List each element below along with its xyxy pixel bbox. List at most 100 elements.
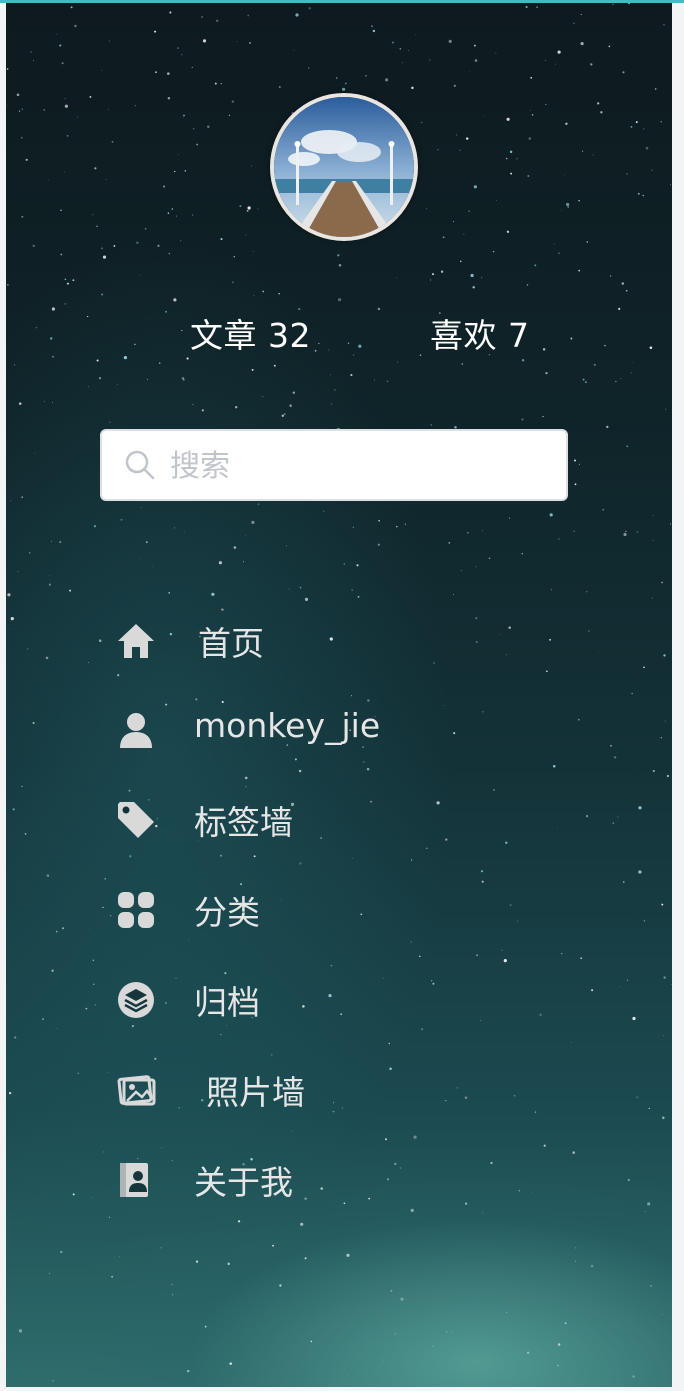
star-dot	[273, 364, 276, 367]
star-dot	[425, 847, 428, 850]
star-dot	[232, 281, 234, 283]
star-dot	[257, 208, 259, 210]
star-dot	[182, 378, 185, 381]
star-dot	[463, 233, 465, 235]
star-dot	[425, 208, 427, 210]
star-dot	[207, 125, 210, 128]
star-dot	[643, 128, 645, 130]
star-dot	[253, 855, 256, 858]
photos-icon	[117, 1075, 156, 1106]
star-dot	[310, 1340, 313, 1343]
star-dot	[77, 1072, 79, 1074]
star-dot	[283, 413, 286, 416]
star-dot	[48, 583, 52, 586]
star-dot	[654, 88, 657, 90]
star-dot	[651, 169, 653, 171]
star-dot	[61, 62, 64, 65]
star-dot	[98, 639, 102, 642]
star-dot	[521, 552, 524, 555]
star-dot	[176, 47, 179, 49]
star-dot	[401, 62, 403, 64]
nav-item-label: 首页	[198, 624, 264, 663]
star-dot	[70, 6, 73, 9]
star-dot	[670, 184, 671, 186]
star-dot	[347, 1374, 349, 1375]
star-dot	[374, 379, 375, 381]
star-dot	[593, 363, 596, 366]
star-dot	[663, 1035, 665, 1037]
star-dot	[542, 348, 546, 351]
star-dot	[87, 386, 89, 387]
star-dot	[604, 344, 606, 347]
nav-item-home[interactable]: 首页	[116, 611, 536, 667]
star-dot	[215, 19, 219, 23]
nav-item-photos[interactable]: 照片墙	[116, 1060, 536, 1116]
stat-likes-value: 7	[508, 316, 530, 355]
star-dot	[201, 409, 204, 412]
star-dot	[152, 566, 153, 568]
star-dot	[588, 630, 590, 632]
star-dot	[539, 1013, 542, 1016]
nav-item-about[interactable]: 关于我	[116, 1150, 536, 1206]
star-dot	[636, 1096, 638, 1099]
star-dot	[246, 209, 249, 212]
star-dot	[578, 463, 580, 465]
star-dot	[24, 833, 27, 835]
star-dot	[66, 135, 69, 137]
star-dot	[582, 150, 584, 152]
star-dot	[253, 251, 255, 252]
star-dot	[157, 244, 160, 247]
star-dot	[631, 692, 633, 695]
nav-item-profile[interactable]: monkey_jie	[116, 700, 536, 756]
star-dot	[16, 93, 20, 97]
star-dot	[509, 517, 511, 519]
nav-item-categories[interactable]: 分类	[116, 880, 536, 936]
star-dot	[168, 252, 171, 255]
star-dot	[530, 76, 533, 79]
star-dot	[663, 23, 665, 26]
search-box[interactable]	[100, 429, 568, 501]
star-dot	[378, 519, 380, 522]
star-dot	[660, 737, 662, 739]
star-dot	[453, 84, 456, 87]
star-dot	[92, 959, 95, 962]
star-dot	[32, 721, 35, 725]
star-dot	[49, 1273, 50, 1275]
star-dot	[600, 111, 603, 114]
star-dot	[245, 234, 247, 236]
star-dot	[42, 1018, 44, 1020]
star-dot	[334, 389, 336, 391]
star-dot	[578, 199, 580, 202]
star-dot	[45, 656, 49, 660]
avatar[interactable]	[270, 93, 418, 241]
star-dot	[459, 149, 461, 151]
star-dot	[29, 552, 31, 554]
star-dot	[35, 326, 38, 329]
nav-item-archive[interactable]: 归档	[116, 970, 536, 1026]
tag-icon	[118, 802, 154, 838]
star-dot	[55, 930, 58, 933]
star-dot	[574, 1260, 577, 1262]
star-dot	[630, 372, 632, 374]
star-dot	[64, 171, 65, 173]
search-input[interactable]	[168, 443, 552, 489]
star-dot	[371, 25, 373, 28]
grid-icon	[118, 892, 154, 928]
star-dot	[300, 1222, 304, 1226]
star-dot	[636, 531, 639, 533]
star-dot	[178, 154, 179, 156]
star-dot	[660, 121, 662, 123]
star-dot	[622, 71, 625, 74]
star-dot	[627, 1178, 630, 1182]
nav-item-tags[interactable]: 标签墙	[116, 790, 536, 846]
star-dot	[525, 5, 528, 9]
star-dot	[335, 77, 338, 79]
nav-item-label: monkey_jie	[194, 706, 381, 745]
star-dot	[10, 500, 12, 502]
star-dot	[32, 244, 35, 247]
star-dot	[626, 979, 629, 981]
star-dot	[92, 214, 94, 216]
star-dot	[145, 541, 148, 543]
star-dot	[72, 1193, 75, 1196]
star-dot	[299, 586, 302, 589]
